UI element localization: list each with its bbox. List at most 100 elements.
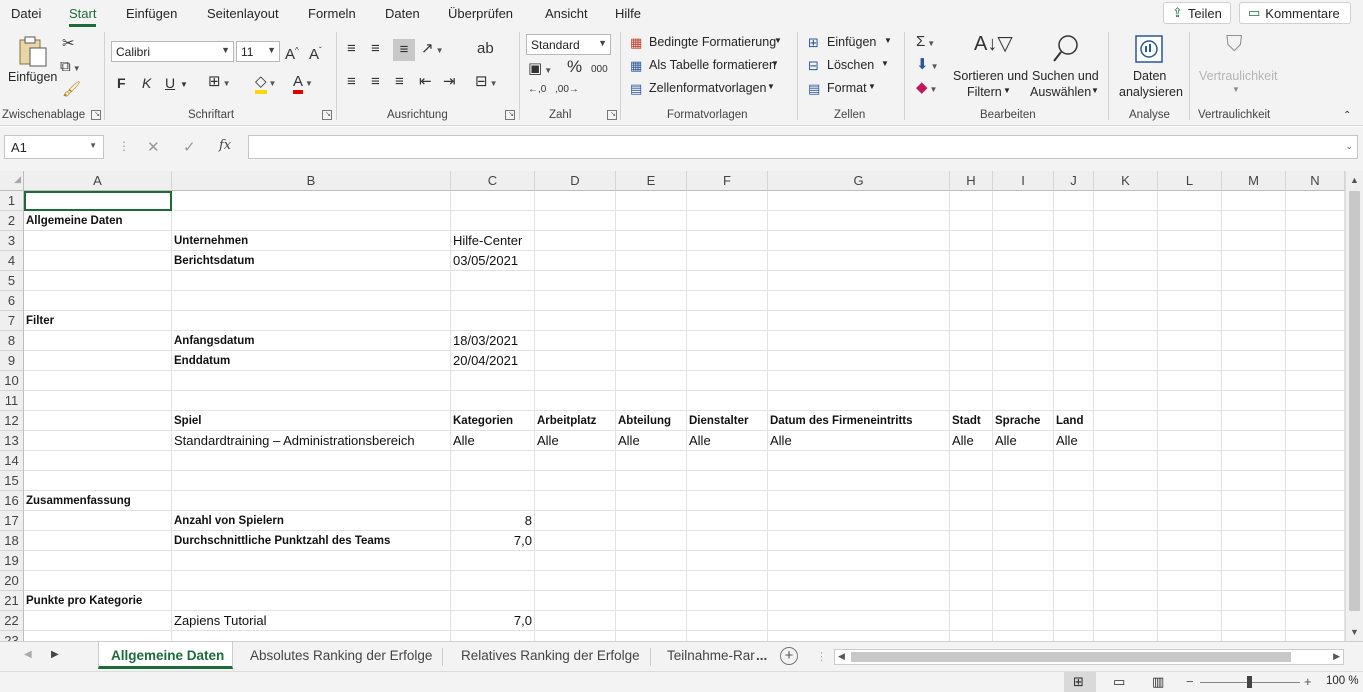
analyze-data-button[interactable]: Daten analysieren [1116, 34, 1183, 104]
row-header-20[interactable]: 20 [0, 571, 24, 591]
formula-input[interactable]: ⌄ [248, 135, 1358, 159]
cell-b18[interactable]: Durchschnittliche Punktzahl des Teams [172, 531, 390, 551]
cell-b22[interactable]: Zapiens Tutorial [172, 611, 267, 631]
sheet-tab-relatives-ranking[interactable]: Relatives Ranking der Erfolge [461, 648, 640, 663]
find-select-button[interactable]: Suchen und Auswählen ▼ [1030, 34, 1102, 104]
add-sheet-icon[interactable]: + [780, 647, 798, 665]
column-header-g[interactable]: G [768, 171, 950, 191]
cell-g13[interactable]: Alle [768, 431, 792, 451]
tab-hilfe[interactable]: Hilfe [615, 6, 641, 21]
decrease-decimal-icon[interactable]: ,00→ [555, 82, 579, 98]
font-color-icon[interactable]: A ▼ [293, 73, 313, 94]
cut-icon[interactable]: ✂ [62, 36, 75, 52]
more-sheets-button[interactable]: ... [756, 648, 767, 663]
row-header-3[interactable]: 3 [0, 231, 24, 251]
column-header-j[interactable]: J [1054, 171, 1094, 191]
cell-b13[interactable]: Standardtraining – Administrationsbereic… [172, 431, 415, 451]
tab-start[interactable]: Start [69, 6, 97, 27]
cell-b12[interactable]: Spiel [172, 411, 201, 431]
row-header-8[interactable]: 8 [0, 331, 24, 351]
cell-h12[interactable]: Stadt [950, 411, 981, 431]
cell-f13[interactable]: Alle [687, 431, 711, 451]
column-header-b[interactable]: B [172, 171, 451, 191]
fx-button[interactable]: fx [219, 138, 231, 153]
fill-color-icon[interactable]: ◇ ▼ [255, 73, 276, 94]
tab-ansicht[interactable]: Ansicht [545, 6, 588, 21]
row-header-1[interactable]: 1 [0, 191, 24, 211]
orientation-icon[interactable]: ↗ ▼ [421, 41, 444, 59]
row-header-23[interactable]: 23 [0, 631, 24, 641]
page-break-view-icon[interactable]: ▥ [1152, 674, 1164, 690]
borders-icon[interactable]: ⊞ ▼ [208, 74, 231, 92]
row-header-7[interactable]: 7 [0, 311, 24, 331]
cell-b3[interactable]: Unternehmen [172, 231, 248, 251]
column-header-l[interactable]: L [1158, 171, 1222, 191]
cell-e12[interactable]: Abteilung [616, 411, 671, 431]
bold-button[interactable]: F [117, 75, 126, 91]
column-header-a[interactable]: A [24, 171, 172, 191]
next-sheet-icon[interactable]: ▶ [51, 649, 59, 660]
normal-view-button[interactable]: ⊞ [1064, 672, 1096, 692]
cell-f12[interactable]: Dienstalter [687, 411, 748, 431]
font-launcher-icon[interactable]: ↘ [322, 110, 332, 120]
scroll-down-icon[interactable]: ▼ [1350, 627, 1359, 637]
align-left-icon[interactable]: ≡ [347, 74, 356, 90]
cell-c8[interactable]: 18/03/2021 [451, 331, 518, 351]
align-center-icon[interactable]: ≡ [371, 74, 380, 90]
row-header-13[interactable]: 13 [0, 431, 24, 451]
cell-c12[interactable]: Kategorien [451, 411, 513, 431]
align-bottom-icon[interactable]: ≡ [393, 39, 415, 61]
clear-icon[interactable]: ◆ ▼ [916, 80, 937, 98]
align-middle-icon[interactable]: ≡ [371, 41, 380, 57]
zoom-out-icon[interactable]: − [1186, 674, 1194, 689]
column-header-m[interactable]: M [1222, 171, 1286, 191]
cell-a2[interactable]: Allgemeine Daten [24, 211, 123, 231]
comments-button[interactable]: ▭ Kommentare [1239, 2, 1351, 24]
cell-d13[interactable]: Alle [535, 431, 559, 451]
row-header-2[interactable]: 2 [0, 211, 24, 231]
column-header-k[interactable]: K [1094, 171, 1158, 191]
cell-a7[interactable]: Filter [24, 311, 54, 331]
row-header-19[interactable]: 19 [0, 551, 24, 571]
prev-sheet-icon[interactable]: ◀ [24, 649, 32, 660]
sort-filter-button[interactable]: A↓▽ Sortieren und Filtern ▼ [950, 34, 1028, 104]
sheet-tab-absolutes-ranking[interactable]: Absolutes Ranking der Erfolge [250, 648, 432, 663]
align-top-icon[interactable]: ≡ [347, 41, 356, 57]
row-header-16[interactable]: 16 [0, 491, 24, 511]
zoom-in-icon[interactable]: + [1304, 674, 1312, 689]
tab-ueberpruefen[interactable]: Überprüfen [448, 6, 513, 21]
scroll-right-icon[interactable]: ▶ [1333, 651, 1340, 662]
underline-dropdown-icon[interactable]: ▼ [180, 77, 188, 93]
row-header-4[interactable]: 4 [0, 251, 24, 271]
row-header-15[interactable]: 15 [0, 471, 24, 491]
row-header-10[interactable]: 10 [0, 371, 24, 391]
cancel-icon[interactable]: ✕ [147, 138, 160, 156]
tab-formeln[interactable]: Formeln [308, 6, 356, 21]
tab-datei[interactable]: Datei [11, 6, 41, 21]
decrease-indent-icon[interactable]: ⇤ [419, 74, 432, 90]
currency-icon[interactable]: ▣ ▼ [528, 61, 552, 79]
row-header-11[interactable]: 11 [0, 391, 24, 411]
name-box[interactable]: A1 ▼ [4, 135, 104, 159]
vertical-scroll-thumb[interactable] [1349, 191, 1360, 611]
expand-formula-icon[interactable]: ⌄ [1345, 141, 1353, 152]
cell-a21[interactable]: Punkte pro Kategorie [24, 591, 142, 611]
sensitivity-button[interactable]: ⛉ Vertraulichkeit ▼ [1196, 33, 1280, 104]
increase-font-icon[interactable]: A^ [285, 43, 299, 63]
row-header-22[interactable]: 22 [0, 611, 24, 631]
row-header-6[interactable]: 6 [0, 291, 24, 311]
share-button[interactable]: ⇪ Teilen [1163, 2, 1231, 24]
cell-i12[interactable]: Sprache [993, 411, 1040, 431]
row-header-17[interactable]: 17 [0, 511, 24, 531]
underline-button[interactable]: U [165, 75, 175, 91]
scroll-left-icon[interactable]: ◀ [838, 651, 845, 662]
number-format-select[interactable]: Standard ▼ [526, 34, 611, 55]
alignment-launcher-icon[interactable]: ↘ [505, 110, 515, 120]
cell-c22[interactable]: 7,0 [451, 611, 535, 631]
zoom-slider-thumb[interactable] [1247, 676, 1252, 688]
cell-g12[interactable]: Datum des Firmeneintritts [768, 411, 913, 431]
copy-icon[interactable]: ⧉ ▼ [60, 59, 81, 77]
horizontal-scroll-thumb[interactable] [851, 652, 1291, 662]
cell-c3[interactable]: Hilfe-Center [451, 231, 522, 251]
merge-center-icon[interactable]: ⊟ ▼ [475, 74, 498, 92]
